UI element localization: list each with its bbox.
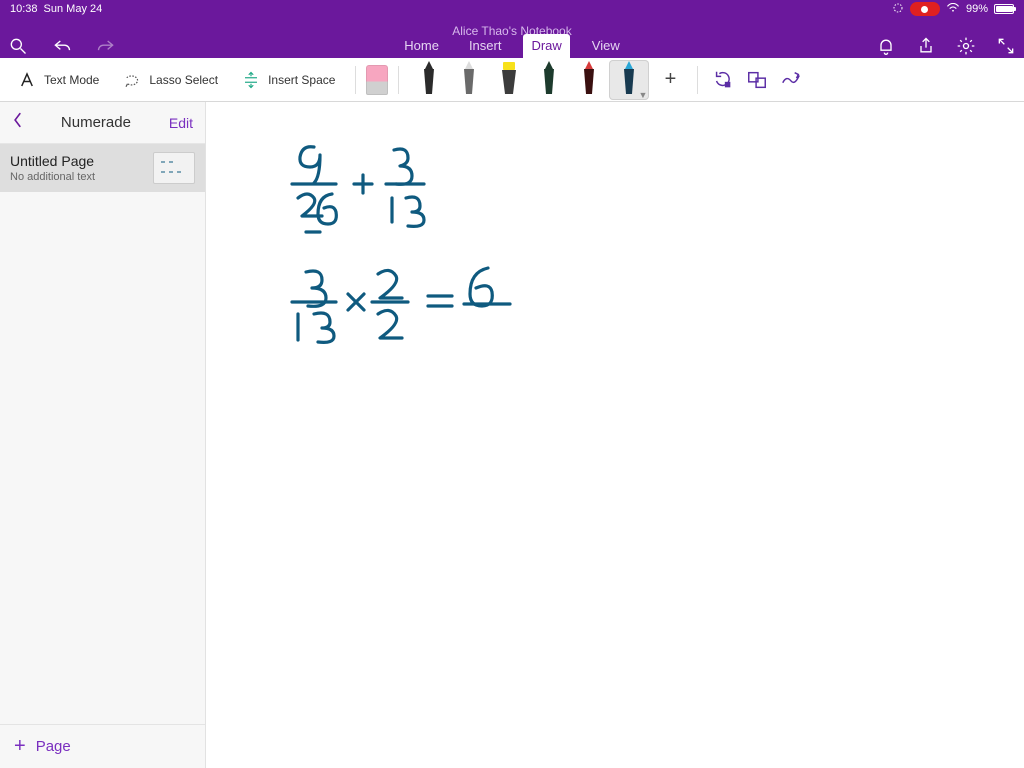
ribbon-tabs: Home Insert Draw View (396, 34, 628, 58)
insert-space-icon (242, 71, 260, 89)
pen-gray[interactable] (449, 60, 489, 100)
app-header: Alice Thao's Notebook Home Insert Draw V… (0, 18, 1024, 58)
text-mode-label: Text Mode (44, 73, 99, 87)
battery-percent: 99% (966, 3, 988, 15)
shape-rotate-icon[interactable] (708, 65, 738, 95)
notifications-icon[interactable] (876, 36, 896, 56)
edit-button[interactable]: Edit (169, 115, 193, 131)
add-page-button[interactable]: + Page (0, 724, 205, 768)
screen-record-indicator[interactable] (910, 2, 940, 16)
plus-icon: + (14, 735, 26, 758)
undo-icon[interactable] (52, 36, 72, 56)
ipad-status-bar: 10:38 Sun May 24 99% (0, 0, 1024, 18)
note-canvas[interactable] (206, 102, 1024, 768)
ink-to-shape-icon[interactable] (742, 65, 772, 95)
add-page-label: Page (36, 738, 71, 755)
lasso-select-label: Lasso Select (149, 73, 218, 87)
settings-gear-icon[interactable] (956, 36, 976, 56)
fullscreen-icon[interactable] (996, 36, 1016, 56)
wifi-icon (946, 3, 960, 16)
insert-space-button[interactable]: Insert Space (232, 67, 345, 93)
pen-gallery: ▼ (409, 60, 649, 100)
tab-view[interactable]: View (584, 34, 628, 58)
share-icon[interactable] (916, 36, 936, 56)
chevron-down-icon: ▼ (639, 90, 648, 100)
tab-home[interactable]: Home (396, 34, 447, 58)
section-name[interactable]: Numerade (61, 114, 131, 131)
status-time: 10:38 (10, 3, 38, 15)
handwritten-ink (206, 102, 1024, 768)
text-mode-button[interactable]: Text Mode (8, 67, 109, 93)
eraser-tool[interactable] (366, 65, 388, 95)
add-pen-button[interactable]: + (653, 68, 687, 91)
redo-icon[interactable] (96, 36, 116, 56)
page-list-item[interactable]: Untitled Page No additional text (0, 144, 205, 192)
text-mode-icon (18, 71, 36, 89)
highlighter-yel[interactable] (489, 60, 529, 100)
lasso-icon (123, 71, 141, 89)
pen-dark-green[interactable] (529, 60, 569, 100)
insert-space-label: Insert Space (268, 73, 335, 87)
loading-spinner-icon (892, 2, 904, 17)
battery-icon (994, 4, 1014, 14)
status-date: Sun May 24 (44, 3, 103, 15)
ink-to-math-icon[interactable] (776, 65, 806, 95)
toolbar-separator (398, 66, 399, 94)
search-icon[interactable] (8, 36, 28, 56)
tab-draw[interactable]: Draw (523, 34, 569, 58)
notebook-title: Alice Thao's Notebook (0, 18, 1024, 34)
pen-black-fine[interactable] (409, 60, 449, 100)
page-item-title: Untitled Page (10, 153, 145, 169)
pen-blue[interactable]: ▼ (609, 60, 649, 100)
tab-insert[interactable]: Insert (461, 34, 510, 58)
toolbar-separator (697, 66, 698, 94)
pen-red[interactable] (569, 60, 609, 100)
page-thumbnail (153, 152, 195, 184)
lasso-select-button[interactable]: Lasso Select (113, 67, 228, 93)
draw-toolbar: Text Mode Lasso Select Insert Space ▼ + (0, 58, 1024, 102)
back-chevron-icon[interactable] (12, 112, 23, 133)
toolbar-separator (355, 66, 356, 94)
page-item-subtitle: No additional text (10, 171, 145, 183)
pages-sidebar: Numerade Edit Untitled Page No additiona… (0, 102, 206, 768)
